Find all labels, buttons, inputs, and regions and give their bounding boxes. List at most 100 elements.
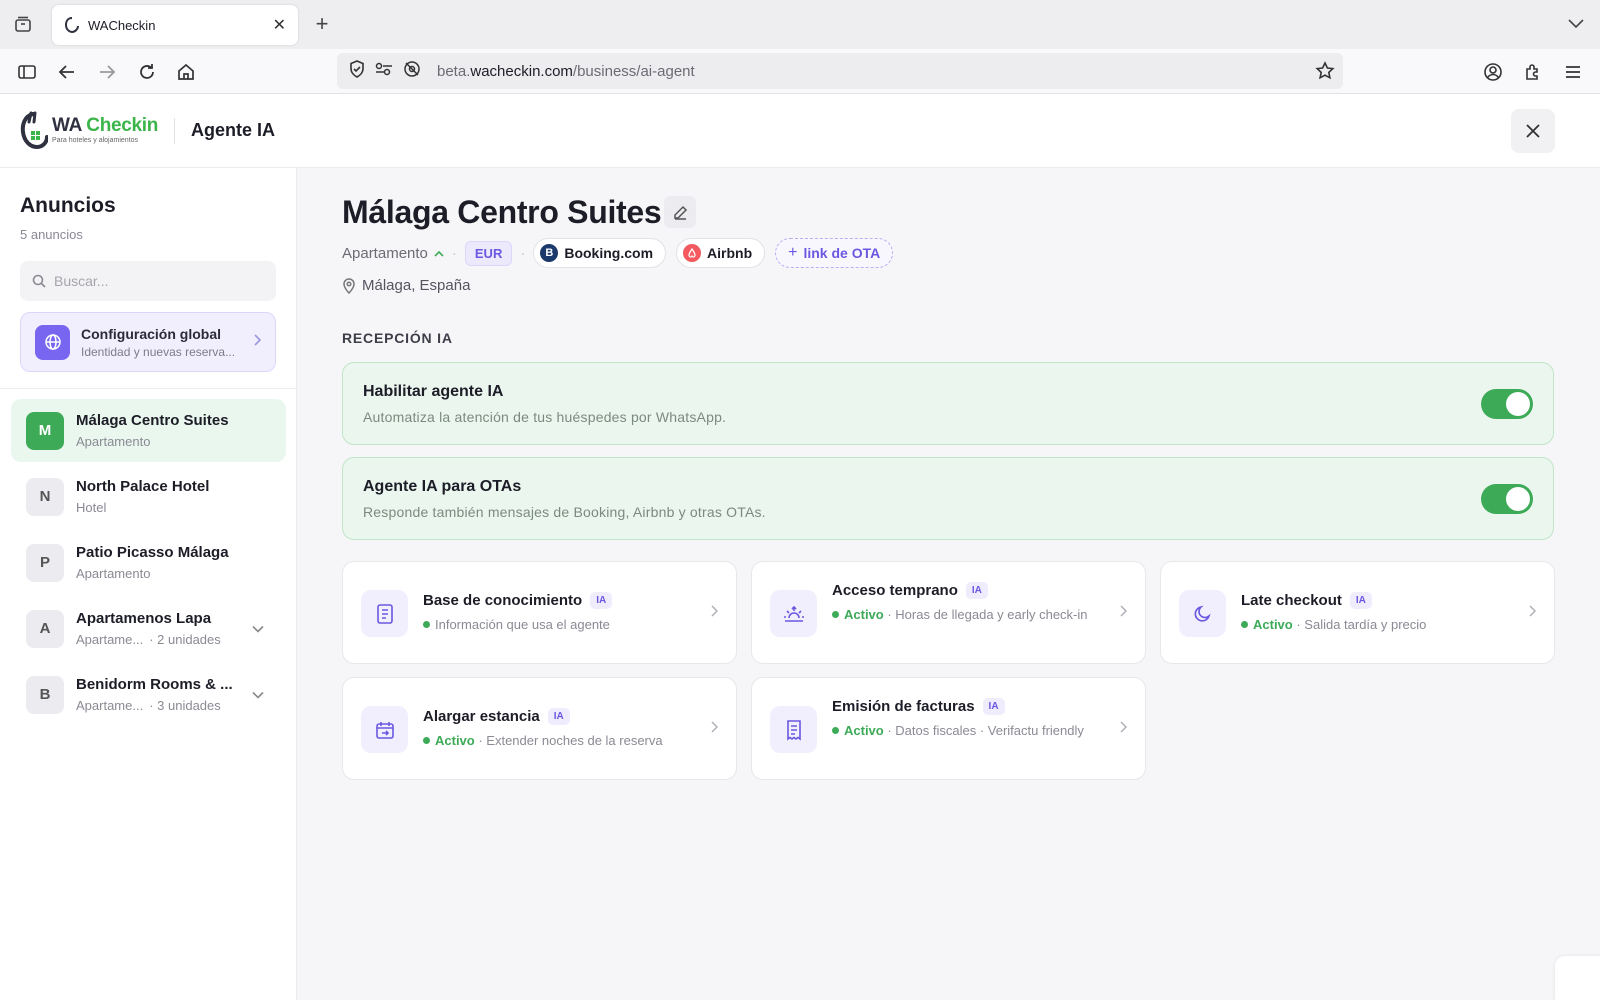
separator-dot: · (520, 244, 526, 262)
feature-title: Base de conocimiento (423, 592, 583, 609)
account-icon[interactable] (1480, 59, 1506, 85)
feature-description: Información que usa el agente (423, 615, 686, 634)
moon-icon (1179, 590, 1226, 637)
tab-overview-icon[interactable] (0, 0, 46, 49)
list-tabs-icon[interactable] (1564, 12, 1588, 36)
listing-avatar: N (26, 477, 64, 516)
close-icon (1526, 124, 1540, 138)
property-type[interactable]: Apartamento (342, 245, 428, 262)
bookmark-star-icon[interactable] (1315, 61, 1335, 86)
browser-tab[interactable]: WACheckin ✕ (52, 5, 298, 45)
listing-type: Hotel (76, 500, 107, 515)
ota-ai-agent-toggle[interactable] (1481, 484, 1533, 514)
listing-type: Apartamento (76, 434, 151, 449)
listing-item[interactable]: N North Palace Hotel Hotel (11, 465, 286, 528)
extensions-icon[interactable] (1520, 59, 1546, 85)
reload-icon[interactable] (134, 59, 160, 85)
forward-arrow-icon[interactable] (94, 59, 120, 85)
shield-icon[interactable] (349, 59, 365, 83)
chevron-down-icon[interactable] (252, 620, 264, 638)
close-button[interactable] (1511, 109, 1555, 153)
url-bar[interactable]: beta.wacheckin.com/business/ai-agent (337, 53, 1343, 89)
add-ota-label: link de OTA (803, 245, 881, 261)
sidebar-divider (0, 388, 297, 389)
app-header: WA Checkin Para hoteles y alojamientos A… (0, 94, 1600, 168)
listing-item[interactable]: A Apartamenos Lapa Apartame... · 2 unidad… (11, 597, 286, 660)
ia-badge: IA (965, 582, 988, 599)
ota-chip-booking[interactable]: B Booking.com (533, 238, 667, 268)
tab-title: WACheckin (88, 17, 156, 33)
new-tab-button[interactable]: + (310, 11, 334, 36)
feature-card-early-access[interactable]: Acceso temprano IA Activo · Horas de lleg… (751, 561, 1146, 664)
listing-subtitle: Apartame... · 3 unidades (76, 698, 221, 713)
listing-name: Málaga Centro Suites (76, 412, 229, 429)
feature-card-knowledge-base[interactable]: Base de conocimiento IA Información que u… (342, 561, 737, 664)
wacheckin-logo[interactable]: WA Checkin Para hoteles y alojamientos (20, 110, 158, 150)
airbnb-logo-icon (683, 244, 702, 262)
toggle-title: Agente IA para OTAs (363, 478, 522, 495)
feature-card-invoices[interactable]: Emisión de facturas IA Activo · Datos fis… (751, 677, 1146, 780)
toggle-subtitle: Automatiza la atención de tus huéspedes … (363, 409, 727, 425)
global-config-card[interactable]: Configuración global Identidad y nuevas … (20, 312, 276, 372)
search-box[interactable] (20, 261, 276, 301)
home-icon[interactable] (173, 59, 199, 85)
feature-card-late-checkout[interactable]: Late checkout IA Activo · Salida tardía y… (1160, 561, 1555, 664)
book-icon (361, 590, 408, 637)
ia-badge: IA (547, 708, 570, 725)
chevron-right-icon (711, 720, 719, 738)
logo-tagline: Para hoteles y alojamientos (52, 137, 138, 144)
property-meta: Apartamento · EUR · B Booking.com Airbnb… (342, 238, 894, 268)
browser-nav-bar: beta.wacheckin.com/business/ai-agent (0, 49, 1600, 94)
listing-avatar: P (26, 543, 64, 582)
location-text: Málaga, España (362, 277, 471, 294)
permissions-icon[interactable] (375, 62, 393, 81)
feature-title: Emisión de facturas (832, 698, 975, 715)
back-arrow-icon[interactable] (54, 59, 80, 85)
feature-description: Activo · Extender noches de la reserva (423, 731, 686, 750)
menu-hamburger-icon[interactable] (1560, 59, 1586, 85)
global-config-title: Configuración global (81, 325, 221, 342)
add-ota-link-button[interactable]: + link de OTA (775, 238, 894, 268)
chevron-down-icon[interactable] (252, 686, 264, 704)
feature-description: Activo · Horas de llegada y early check-… (832, 605, 1095, 624)
chevron-up-icon[interactable] (434, 250, 444, 257)
enable-ai-agent-card: Habilitar agente IA Automatiza la atenci… (342, 362, 1554, 445)
wacheckin-favicon-icon (64, 17, 80, 33)
chevron-right-icon (1120, 720, 1128, 738)
ota-chip-airbnb[interactable]: Airbnb (676, 238, 766, 268)
listing-item[interactable]: B Benidorm Rooms & ... Apartame... · 3 un… (11, 663, 286, 726)
feature-description: Activo · Datos fiscales · Verifactu frie… (832, 721, 1095, 740)
listing-name: Benidorm Rooms & ... (76, 676, 233, 693)
ia-badge: IA (590, 592, 613, 609)
ia-badge: IA (982, 698, 1005, 715)
floating-widget[interactable] (1555, 956, 1600, 1000)
ota-ai-agent-card: Agente IA para OTAs Responde también men… (342, 457, 1554, 540)
calendar-icon (361, 706, 408, 753)
toggle-title: Habilitar agente IA (363, 383, 504, 400)
listing-avatar: A (26, 609, 64, 648)
property-title: Málaga Centro Suites (342, 194, 662, 230)
tracking-blocked-icon[interactable] (403, 60, 421, 83)
separator-dot: · (451, 244, 457, 262)
sidebar-toggle-icon[interactable] (14, 59, 40, 85)
property-location: Málaga, España (342, 277, 470, 294)
ota-chip-label: Booking.com (564, 245, 654, 261)
search-input[interactable] (54, 273, 254, 289)
feature-title: Acceso temprano (832, 582, 958, 599)
feature-card-extend-stay[interactable]: Alargar estancia IA Activo · Extender noc… (342, 677, 737, 780)
edit-title-button[interactable] (664, 196, 696, 228)
receipt-icon (770, 706, 817, 753)
tab-close-icon[interactable]: ✕ (273, 15, 286, 35)
feature-title: Late checkout (1241, 592, 1342, 609)
enable-ai-agent-toggle[interactable] (1481, 389, 1533, 419)
listing-item[interactable]: P Patio Picasso Málaga Apartamento (11, 531, 286, 594)
listings-count: 5 anuncios (20, 227, 83, 242)
logo-mark-icon (20, 111, 48, 150)
listing-item[interactable]: M Málaga Centro Suites Apartamento (11, 399, 286, 462)
listing-avatar: B (26, 675, 64, 714)
currency-badge: EUR (464, 240, 513, 266)
chevron-right-icon (711, 604, 719, 622)
toggle-subtitle: Responde también mensajes de Booking, Ai… (363, 504, 766, 520)
global-config-subtitle: Identidad y nuevas reserva... (81, 344, 236, 359)
pencil-icon (673, 205, 687, 220)
